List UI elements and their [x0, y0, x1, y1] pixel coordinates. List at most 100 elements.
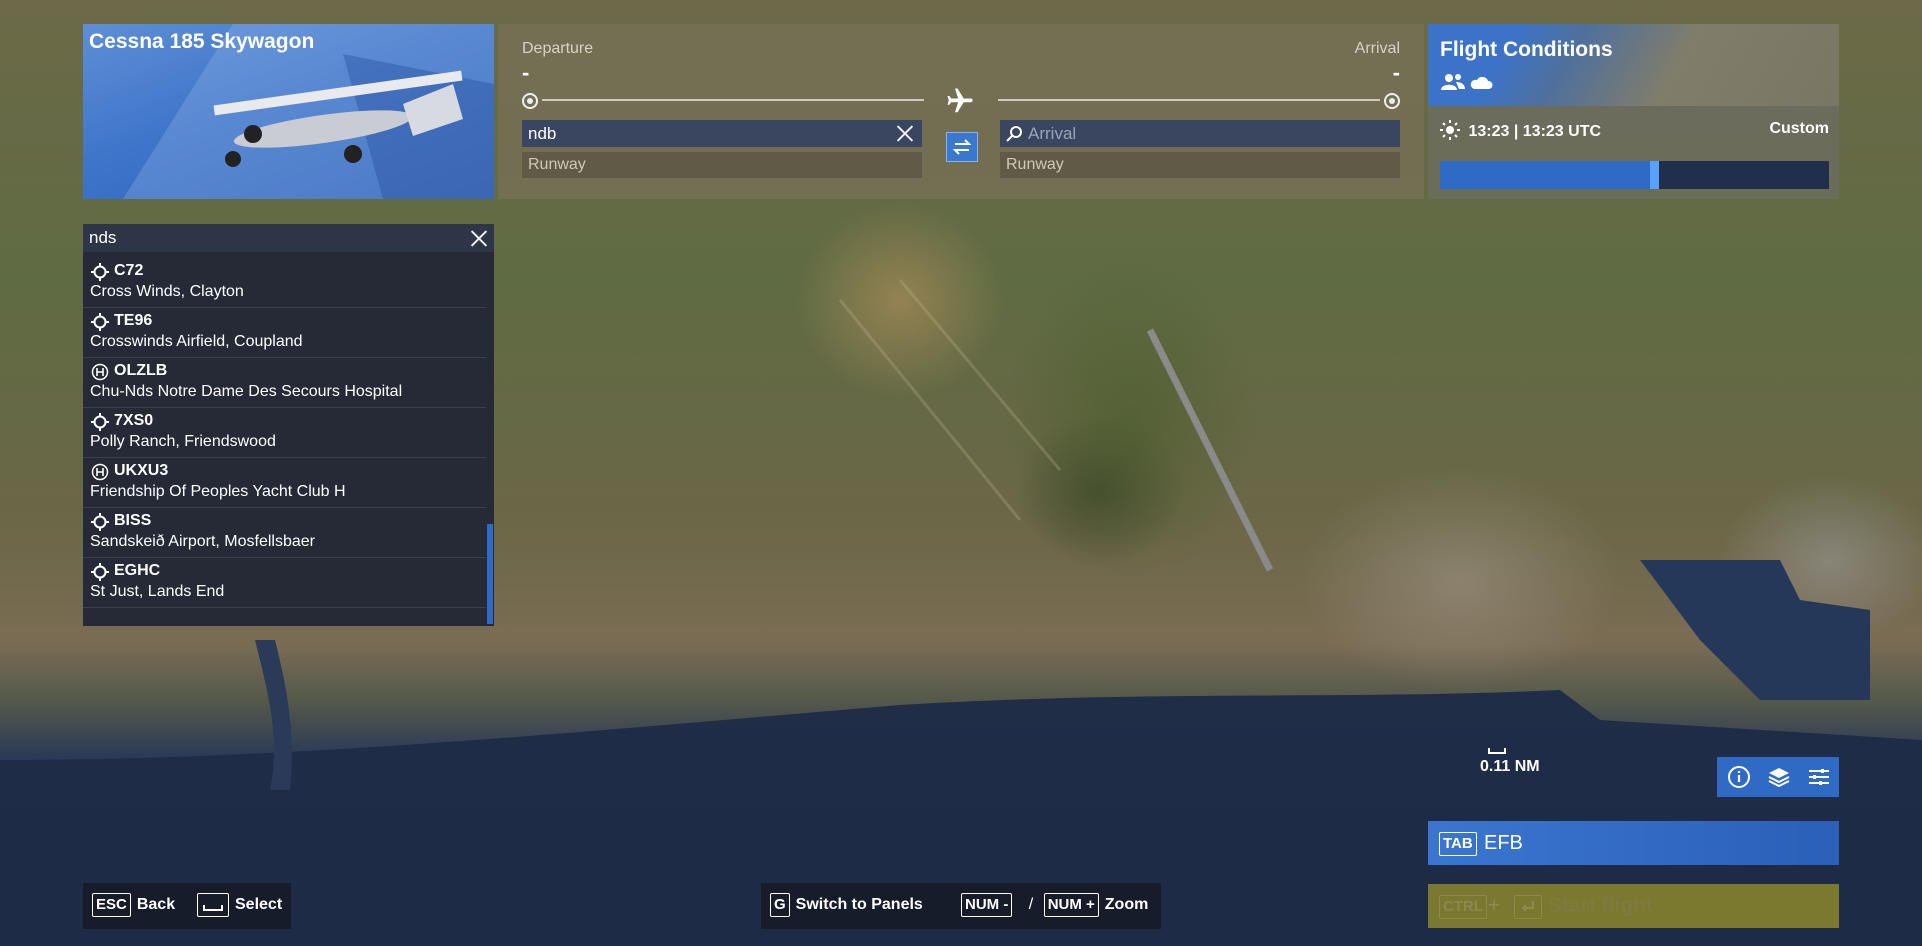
departure-value: -: [522, 60, 530, 85]
select-label: Select: [235, 896, 283, 913]
time-separator: |: [1513, 123, 1519, 140]
search-icon: [1006, 126, 1022, 142]
ctrl-key: CTRL: [1439, 895, 1487, 919]
scale-bar: [1488, 748, 1506, 754]
result-item[interactable]: OLZLB Chu-Nds Notre Dame Des Secours Hosp…: [83, 358, 486, 408]
result-item[interactable]: UKXU3 Friendship Of Peoples Yacht Club H: [83, 458, 486, 508]
aircraft-name: Cessna 185 Skywagon: [89, 30, 315, 53]
clear-departure-icon[interactable]: [896, 124, 914, 142]
results-scrollbar[interactable]: [487, 524, 493, 624]
arrival-handle[interactable]: [1384, 93, 1400, 109]
layers-icon[interactable]: [1767, 765, 1791, 789]
map-scale: 0.11 NM: [1480, 748, 1540, 776]
result-code: OLZLB: [114, 362, 168, 379]
back-hint[interactable]: ESC Back: [92, 893, 175, 917]
efb-label: EFB: [1484, 832, 1523, 854]
num-plus-key: NUM +: [1043, 893, 1099, 917]
time-readout: 13:23 | 13:23 UTC: [1440, 120, 1601, 141]
result-name: Crosswinds Airfield, Coupland: [90, 333, 303, 350]
flight-conditions-title: Flight Conditions: [1440, 38, 1613, 61]
enter-key: [1514, 895, 1542, 919]
result-name: Sandskeið Airport, Mosfellsbaer: [90, 533, 315, 550]
result-code: EGHC: [114, 562, 161, 579]
time-mode[interactable]: Custom: [1769, 120, 1829, 138]
arrival-label: Arrival: [1354, 40, 1400, 57]
airport-icon: [91, 513, 109, 531]
hints-left: ESC Back Select: [83, 883, 291, 929]
info-icon[interactable]: [1727, 765, 1751, 789]
zoom-label: Zoom: [1104, 896, 1149, 913]
airport-icon: [91, 413, 109, 431]
result-item[interactable]: BISS Sandskeið Airport, Mosfellsbaer: [83, 508, 486, 558]
plus-sign: +: [1488, 894, 1501, 917]
time-of-day-slider[interactable]: [1440, 161, 1829, 189]
result-code: BISS: [114, 512, 152, 529]
scale-label: 0.11 NM: [1480, 758, 1540, 775]
time-slider-fill: [1440, 161, 1654, 189]
swap-route-button[interactable]: [946, 132, 978, 162]
airport-icon: [91, 563, 109, 581]
heliport-icon: [91, 363, 109, 381]
airport-icon: [91, 263, 109, 281]
search-results-panel: nds C72 Cross Winds, Clayton TE96 Crosswind…: [83, 224, 494, 626]
result-item[interactable]: EGHC St Just, Lands End: [83, 558, 486, 608]
result-code: UKXU3: [114, 462, 169, 479]
hints-center: G Switch to Panels NUM - / NUM + Zoom: [761, 883, 1161, 929]
enter-icon: [1521, 901, 1534, 912]
result-name: Friendship Of Peoples Yacht Club H: [90, 483, 346, 500]
multiplayer-icon: [1441, 74, 1465, 90]
departure-handle[interactable]: [522, 93, 538, 109]
result-name: Cross Winds, Clayton: [90, 283, 244, 300]
route-panel: Departure - Arrival - ndb Runway Arrival…: [498, 24, 1424, 199]
arrival-track: [998, 99, 1380, 101]
result-code: TE96: [114, 312, 153, 329]
zoom-hint[interactable]: NUM - / NUM + Zoom: [961, 893, 1148, 917]
swap-icon: [952, 139, 972, 155]
departure-runway-select[interactable]: Runway: [522, 152, 922, 178]
g-key: G: [770, 893, 790, 917]
efb-button[interactable]: TAB EFB: [1428, 821, 1839, 865]
spacebar-icon: [203, 905, 223, 911]
space-key: [197, 893, 229, 917]
search-input[interactable]: nds: [83, 224, 494, 252]
select-hint[interactable]: Select: [197, 893, 282, 917]
start-flight-button[interactable]: CTRL + Start flight: [1428, 884, 1839, 928]
esc-key: ESC: [92, 893, 131, 917]
arrival-search-placeholder: Arrival: [1028, 124, 1077, 143]
departure-track: [542, 99, 924, 101]
airplane-icon: [947, 88, 973, 113]
airport-icon: [91, 313, 109, 331]
result-name: Chu-Nds Notre Dame Des Secours Hospital: [90, 383, 403, 400]
result-item[interactable]: TE96 Crosswinds Airfield, Coupland: [83, 308, 486, 358]
flight-conditions-panel[interactable]: Flight Conditions 13:23 | 13:23 UTC Cust…: [1428, 24, 1839, 199]
search-query: nds: [89, 228, 117, 247]
weather-cloud-icon: [1470, 76, 1493, 89]
result-item[interactable]: C72 Cross Winds, Clayton: [83, 258, 486, 308]
clear-search-icon[interactable]: [470, 229, 488, 247]
arrival-value: -: [1392, 60, 1400, 85]
departure-search-value: ndb: [528, 124, 557, 143]
arrival-runway-select[interactable]: Runway: [1000, 152, 1400, 178]
switch-panels-hint[interactable]: G Switch to Panels: [770, 893, 923, 917]
local-time: 13:23: [1468, 123, 1510, 140]
result-code: 7XS0: [114, 412, 154, 429]
back-label: Back: [136, 896, 176, 913]
map-tools: [1717, 757, 1839, 797]
time-slider-handle[interactable]: [1649, 161, 1659, 189]
departure-search-input[interactable]: ndb: [522, 120, 922, 147]
tab-key: TAB: [1439, 832, 1477, 856]
arrival-search-input[interactable]: Arrival: [1000, 120, 1400, 147]
results-list: C72 Cross Winds, Clayton TE96 Crosswinds Ai…: [83, 258, 486, 608]
sun-icon: [1440, 120, 1460, 140]
flight-conditions-header: Flight Conditions: [1428, 24, 1839, 106]
switch-panels-label: Switch to Panels: [795, 896, 923, 913]
aircraft-card[interactable]: Cessna 185 Skywagon: [83, 24, 494, 199]
result-code: C72: [114, 262, 144, 279]
heliport-icon: [91, 463, 109, 481]
result-name: Polly Ranch, Friendswood: [90, 433, 276, 450]
filters-icon[interactable]: [1807, 765, 1831, 789]
departure-label: Departure: [522, 40, 594, 57]
result-name: St Just, Lands End: [90, 583, 225, 600]
result-item[interactable]: 7XS0 Polly Ranch, Friendswood: [83, 408, 486, 458]
zoom-slash: /: [1028, 896, 1034, 913]
